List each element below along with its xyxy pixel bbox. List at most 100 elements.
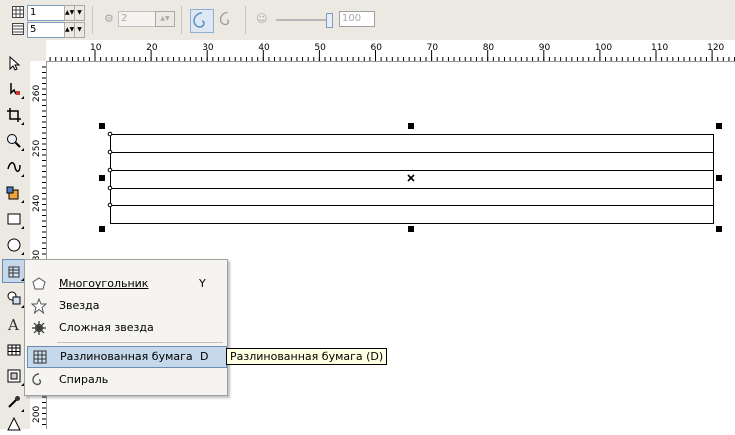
polygon-icon bbox=[32, 277, 46, 290]
menu-item-polygon[interactable]: Многоугольник Y bbox=[27, 274, 225, 294]
svg-text:A: A bbox=[7, 316, 19, 332]
selection-handle[interactable] bbox=[716, 123, 722, 129]
ruler-tick-label: 70 bbox=[427, 43, 439, 53]
smart-fill-icon bbox=[6, 186, 19, 200]
logarithmic-spiral-icon bbox=[219, 11, 230, 26]
polygon-points-spin-icon[interactable]: ▲▼ bbox=[155, 11, 175, 27]
basic-shapes-icon bbox=[7, 291, 21, 305]
ruler-tick-label: 40 bbox=[258, 43, 270, 53]
horizontal-ruler-ticks: 10 20 30 40 50 60 70 80 90 100 110 120 bbox=[49, 43, 735, 61]
grid-columns-dropdown-icon[interactable]: ▼ bbox=[74, 5, 85, 21]
ruler-tick-label: 30 bbox=[202, 43, 214, 53]
grid-rows-dropdown-icon[interactable]: ▼ bbox=[74, 22, 85, 38]
spiral-expansion-icon: ☺ bbox=[256, 12, 268, 25]
node-point[interactable] bbox=[107, 185, 113, 191]
menu-item-shortcut: D bbox=[200, 350, 209, 363]
ruler-tick-label: 20 bbox=[146, 43, 158, 53]
object-tool-button[interactable] bbox=[2, 259, 26, 283]
shape-tool-icon bbox=[10, 83, 20, 95]
ruler-tick-label: 260 bbox=[32, 85, 42, 102]
selection-handle[interactable] bbox=[716, 175, 722, 181]
menu-item-label: Спираль bbox=[59, 373, 109, 386]
zoom-tool-icon bbox=[7, 134, 21, 148]
menu-item-label: Звезда bbox=[59, 299, 100, 312]
selection-handle[interactable] bbox=[408, 123, 414, 129]
selection-handle[interactable] bbox=[99, 226, 105, 232]
symmetric-spiral-icon bbox=[193, 12, 205, 28]
grid-columns-value: 1 bbox=[30, 7, 37, 18]
ruler-tick-label: 10 bbox=[90, 43, 102, 53]
node-point[interactable] bbox=[107, 202, 113, 208]
rotation-center-icon[interactable] bbox=[407, 174, 415, 182]
curve-tool-icon bbox=[7, 162, 21, 172]
polygon-points-input[interactable]: 2 bbox=[118, 11, 156, 27]
rectangle-tool-button[interactable] bbox=[3, 208, 25, 230]
grid-rows-icon bbox=[12, 23, 24, 38]
pick-tool-icon bbox=[9, 55, 21, 71]
interactive-tool-icon bbox=[7, 369, 21, 383]
ruler-tick-label: 250 bbox=[32, 140, 42, 157]
smart-fill-button[interactable] bbox=[3, 182, 25, 204]
ellipse-tool-button[interactable] bbox=[3, 234, 25, 256]
zoom-tool-button[interactable] bbox=[3, 130, 25, 152]
star-icon bbox=[31, 298, 47, 314]
crop-tool-button[interactable] bbox=[3, 104, 25, 126]
graph-paper-icon bbox=[8, 266, 20, 278]
spiral-expansion-value: 100 bbox=[342, 13, 362, 24]
logarithmic-spiral-button[interactable] bbox=[216, 9, 238, 31]
grid-rows-value: 5 bbox=[30, 24, 37, 35]
grid-columns-input[interactable]: 1 bbox=[27, 5, 65, 21]
outline-tool-icon bbox=[7, 416, 21, 431]
grid-rows-input[interactable]: 5 bbox=[27, 22, 65, 38]
graph-paper-icon bbox=[33, 350, 47, 364]
text-tool-button[interactable]: A bbox=[3, 313, 25, 335]
menu-item-star[interactable]: Звезда bbox=[27, 296, 225, 316]
ruler-tick-label: 100 bbox=[595, 43, 612, 53]
node-point[interactable] bbox=[107, 131, 113, 137]
node-point[interactable] bbox=[107, 167, 113, 173]
menu-item-spiral[interactable]: Спираль bbox=[27, 370, 225, 390]
crop-tool-icon bbox=[7, 108, 21, 122]
spiral-expansion-slider[interactable] bbox=[276, 19, 330, 21]
interactive-tool-button[interactable] bbox=[3, 365, 25, 387]
ruler-tick-label: 110 bbox=[651, 43, 668, 53]
property-bar: 1 ▲▼ ▼ 5 ▲▼ ▼ ⚙ 2 ▲▼ ☺ 100 bbox=[0, 0, 735, 41]
node-point[interactable] bbox=[107, 149, 113, 155]
selection-handle[interactable] bbox=[99, 123, 105, 129]
spiral-expansion-input[interactable]: 100 bbox=[339, 11, 375, 27]
grid-columns-icon bbox=[12, 6, 24, 21]
ruler-tick-label: 120 bbox=[707, 43, 724, 53]
horizontal-ruler[interactable]: 10 20 30 40 50 60 70 80 90 100 110 120 bbox=[46, 40, 735, 62]
eyedropper-button[interactable] bbox=[3, 391, 25, 413]
separator bbox=[245, 6, 246, 34]
object-tools-flyout: Многоугольник Y Звезда Сложная звезда Ра… bbox=[24, 259, 228, 396]
table-tool-button[interactable] bbox=[3, 339, 25, 361]
ruler-tick-label: 90 bbox=[539, 43, 551, 53]
menu-item-complex-star[interactable]: Сложная звезда bbox=[27, 318, 225, 338]
ruler-origin[interactable] bbox=[30, 40, 47, 62]
menu-item-shortcut: Y bbox=[199, 277, 206, 290]
selection-handle[interactable] bbox=[99, 175, 105, 181]
selection-handle[interactable] bbox=[408, 226, 414, 232]
menu-item-label: Сложная звезда bbox=[59, 321, 154, 334]
shape-tool-button[interactable] bbox=[3, 78, 25, 100]
menu-item-graph-paper[interactable]: Разлинованная бумага D bbox=[27, 346, 227, 368]
curve-tool-button[interactable] bbox=[3, 156, 25, 178]
ruler-tick-label: 60 bbox=[371, 43, 383, 53]
basic-shapes-button[interactable] bbox=[3, 287, 25, 309]
polygon-points-icon: ⚙ bbox=[104, 12, 114, 25]
menu-separator bbox=[57, 342, 223, 343]
ruler-tick-label: 80 bbox=[483, 43, 495, 53]
symmetric-spiral-button[interactable] bbox=[190, 9, 214, 33]
outline-tool-button[interactable] bbox=[3, 413, 25, 435]
separator bbox=[181, 6, 182, 34]
tooltip: Разлинованная бумага (D) bbox=[226, 348, 388, 365]
polygon-points-value: 2 bbox=[121, 13, 128, 24]
table-tool-icon bbox=[7, 344, 21, 356]
ellipse-tool-icon bbox=[7, 238, 21, 252]
selection-handle[interactable] bbox=[716, 226, 722, 232]
rectangle-tool-icon bbox=[7, 213, 21, 225]
pick-tool-button[interactable] bbox=[3, 52, 25, 74]
spiral-expansion-slider-thumb[interactable] bbox=[326, 13, 333, 28]
text-tool-icon: A bbox=[7, 316, 19, 332]
